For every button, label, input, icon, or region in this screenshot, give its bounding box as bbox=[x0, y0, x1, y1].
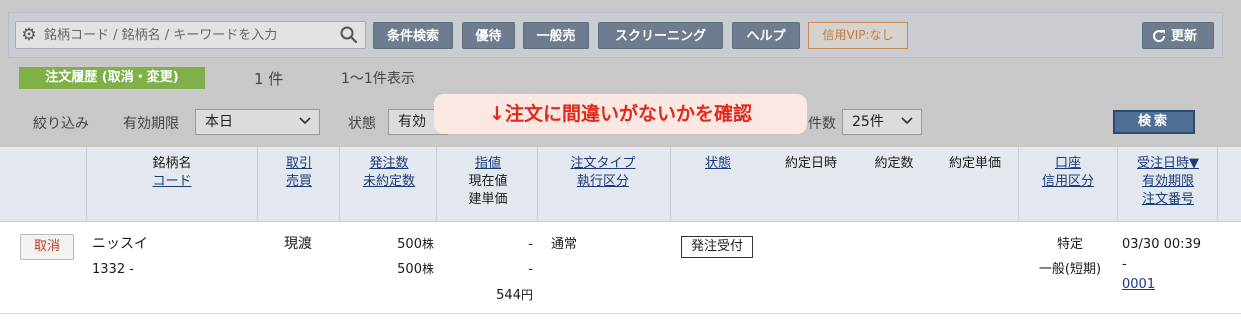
order-history-tag: 注文履歴 (取消・変更) bbox=[19, 67, 205, 89]
toolbar: ⚙ 条件検索 優待 一般売 スクリーニング ヘルプ 信用VIP:なし 更新 bbox=[8, 12, 1223, 58]
column-divider bbox=[339, 147, 340, 222]
header-side-link[interactable]: 売買 bbox=[286, 174, 312, 189]
perpage-value: 25件 bbox=[852, 114, 884, 130]
help-button[interactable]: ヘルプ bbox=[732, 22, 800, 49]
column-divider bbox=[257, 147, 258, 222]
header-account-link[interactable]: 口座 bbox=[1055, 156, 1081, 171]
period-value: 本日 bbox=[205, 114, 233, 130]
order-history-page: ⚙ 条件検索 優待 一般売 スクリーニング ヘルプ 信用VIP:なし 更新 bbox=[0, 0, 1241, 328]
chevron-down-icon bbox=[901, 117, 913, 125]
refresh-button[interactable]: 更新 bbox=[1142, 22, 1214, 49]
limit-price: - bbox=[528, 237, 533, 252]
confirm-banner: ↓注文に間違いがないかを確認 bbox=[434, 94, 807, 134]
header-type[interactable]: 注文タイプ 執行区分 bbox=[548, 155, 658, 191]
gear-icon[interactable]: ⚙ bbox=[16, 21, 42, 49]
perpage-label: 件数 bbox=[808, 116, 836, 132]
trade-type: 現渡 bbox=[284, 236, 312, 252]
cost-price-unit: 円 bbox=[520, 288, 533, 302]
credit-vip-badge[interactable]: 信用VIP:なし bbox=[808, 22, 908, 49]
account-type: 特定 bbox=[1056, 237, 1083, 252]
header-qty-link[interactable]: 発注数 bbox=[369, 156, 408, 171]
header-exec-date: 約定日時 bbox=[784, 156, 837, 171]
search-input[interactable] bbox=[42, 22, 332, 48]
header-cost-label: 建単価 bbox=[468, 192, 508, 207]
status-value: 有効 bbox=[398, 114, 426, 130]
screening-button[interactable]: スクリーニング bbox=[598, 22, 723, 49]
header-name-label: 銘柄名 bbox=[152, 156, 192, 171]
credit-type: 一般(短期) bbox=[1038, 262, 1102, 277]
result-count: 1 件 bbox=[254, 70, 284, 88]
current-price: - bbox=[528, 262, 533, 277]
header-limit-link[interactable]: 指値 bbox=[475, 156, 501, 171]
header-orderno-link[interactable]: 注文番号 bbox=[1142, 192, 1194, 207]
status-label: 状態 bbox=[348, 116, 376, 132]
period-select[interactable]: 本日 bbox=[195, 109, 320, 135]
header-trade[interactable]: 取引 売買 bbox=[270, 155, 328, 191]
order-qty-unit: 株 bbox=[421, 237, 434, 251]
header-qty[interactable]: 発注数 未約定数 bbox=[350, 155, 428, 191]
refresh-label: 更新 bbox=[1171, 29, 1198, 44]
unfilled-qty-value: 500 bbox=[397, 262, 422, 277]
cancel-button[interactable]: 取消 bbox=[20, 234, 74, 260]
search-icon[interactable] bbox=[339, 25, 359, 45]
result-range: 1～1件表示 bbox=[341, 71, 415, 87]
header-code-link[interactable]: コード bbox=[130, 173, 214, 191]
header-date[interactable]: 受注日時▼ 有効期限 注文番号 bbox=[1124, 155, 1212, 209]
header-credit-link[interactable]: 信用区分 bbox=[1042, 174, 1094, 189]
status-badge: 発注受付 bbox=[681, 236, 753, 258]
header-status[interactable]: 状態 bbox=[690, 155, 746, 173]
header-trade-link[interactable]: 取引 bbox=[286, 156, 312, 171]
header-current-label: 現在値 bbox=[468, 174, 508, 189]
header-received-link[interactable]: 受注日時▼ bbox=[1137, 156, 1199, 171]
header-account[interactable]: 口座 信用区分 bbox=[1028, 155, 1108, 191]
header-expiry-link[interactable]: 有効期限 bbox=[1142, 174, 1194, 189]
search-box[interactable]: ⚙ bbox=[15, 21, 366, 49]
order-qty: 500株 bbox=[360, 232, 434, 257]
header-unfilled-link[interactable]: 未約定数 bbox=[363, 174, 415, 189]
column-divider bbox=[1217, 147, 1218, 222]
period-label: 有効期限 bbox=[123, 116, 179, 132]
header-exec-qty: 約定数 bbox=[874, 156, 914, 171]
stock-name: ニッスイ bbox=[92, 236, 148, 252]
column-divider bbox=[1018, 147, 1019, 222]
unfilled-qty-unit: 株 bbox=[421, 262, 434, 276]
cost-price-value: 544 bbox=[496, 288, 521, 303]
header-name: 銘柄名 コード bbox=[130, 155, 214, 191]
refresh-icon bbox=[1153, 30, 1166, 43]
ippan-uri-button[interactable]: 一般売 bbox=[523, 22, 589, 49]
order-type: 通常 bbox=[551, 237, 578, 252]
column-divider bbox=[436, 147, 437, 222]
unfilled-qty: 500株 bbox=[360, 257, 434, 282]
stock-code: 1332 - bbox=[92, 262, 134, 277]
header-exec-price: 約定単価 bbox=[948, 156, 1001, 171]
column-divider bbox=[670, 147, 671, 222]
column-divider bbox=[1117, 147, 1118, 222]
perpage-select[interactable]: 25件 bbox=[842, 109, 922, 135]
filter-label: 絞り込み bbox=[33, 116, 89, 132]
received-datetime: 03/30 00:39 bbox=[1122, 237, 1202, 252]
condition-search-button[interactable]: 条件検索 bbox=[373, 22, 453, 49]
column-divider bbox=[86, 147, 87, 222]
header-type-link[interactable]: 注文タイプ bbox=[570, 156, 635, 171]
header-exec-link[interactable]: 執行区分 bbox=[577, 174, 629, 189]
header-status-link[interactable]: 状態 bbox=[705, 156, 731, 171]
cost-price: 544円 bbox=[460, 283, 533, 308]
order-number-link[interactable]: 0001 bbox=[1122, 272, 1155, 297]
filter-search-button[interactable]: 検索 bbox=[1113, 110, 1195, 134]
header-price[interactable]: 指値 現在値 建単価 bbox=[448, 155, 528, 209]
chevron-down-icon bbox=[299, 117, 311, 125]
order-qty-value: 500 bbox=[397, 237, 422, 252]
yutai-button[interactable]: 優待 bbox=[462, 22, 515, 49]
column-divider bbox=[537, 147, 538, 222]
